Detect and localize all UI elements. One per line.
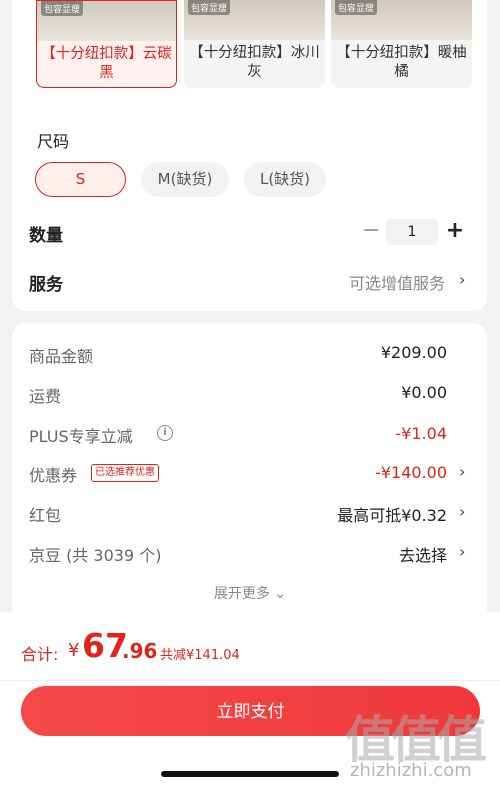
shipping-value: ¥0.00 bbox=[401, 383, 447, 402]
redpacket-value[interactable]: 最高可抵¥0.32 bbox=[337, 502, 447, 526]
coupon-value[interactable]: -¥140.00 bbox=[375, 463, 447, 482]
size-option-l[interactable]: L(缺货) bbox=[244, 162, 326, 197]
chevron-right-icon[interactable]: › bbox=[459, 462, 465, 481]
service-label: 服务 bbox=[29, 275, 63, 295]
size-option-s[interactable]: S bbox=[35, 162, 126, 197]
size-title: 尺码 bbox=[37, 132, 70, 151]
variant-list: 包容显瘦 【十分纽扣款】云碳黑 包容显瘦 【十分纽扣款】冰川灰 包容显瘦 【十分… bbox=[24, 0, 476, 90]
plus-discount-value: -¥1.04 bbox=[395, 424, 447, 443]
quantity-increment-button[interactable]: + bbox=[445, 220, 465, 244]
service-value[interactable]: 可选增值服务 bbox=[349, 270, 445, 294]
variant-name: 【十分纽扣款】冰川灰 bbox=[189, 45, 320, 80]
variant-tag: 包容显瘦 bbox=[41, 1, 84, 16]
jingdou-label: 京豆 (共 3039 个) bbox=[29, 546, 162, 565]
redpacket-label: 红包 bbox=[29, 506, 62, 525]
home-indicator[interactable] bbox=[161, 771, 339, 777]
variant-option-black[interactable]: 包容显瘦 【十分纽扣款】云碳黑 bbox=[36, 0, 177, 88]
jingdou-value[interactable]: 去选择 bbox=[399, 542, 447, 566]
variant-tag: 包容显瘦 bbox=[335, 0, 378, 15]
shipping-label: 运费 bbox=[29, 387, 62, 406]
variant-option-grey[interactable]: 包容显瘦 【十分纽扣款】冰川灰 bbox=[184, 0, 325, 88]
goods-amount-label: 商品金额 bbox=[29, 347, 94, 366]
total-amount-decimal: .96 bbox=[122, 639, 158, 663]
expand-more-link[interactable]: 展开更多 ⌄ bbox=[0, 583, 500, 603]
variant-option-orange[interactable]: 包容显瘦 【十分纽扣款】暖柚橘 bbox=[331, 0, 472, 88]
info-icon[interactable]: i bbox=[157, 425, 173, 441]
variant-tag: 包容显瘦 bbox=[188, 0, 231, 15]
variant-name: 【十分纽扣款】云碳黑 bbox=[41, 46, 172, 81]
quantity-input[interactable]: 1 bbox=[386, 219, 438, 245]
divider bbox=[0, 680, 500, 681]
goods-amount-value: ¥209.00 bbox=[380, 343, 447, 362]
quantity-label: 数量 bbox=[29, 226, 63, 246]
total-label: 合计: bbox=[21, 645, 59, 664]
chevron-right-icon[interactable]: › bbox=[459, 502, 465, 521]
watermark-url: zhizhizhi.com bbox=[350, 760, 472, 781]
quantity-decrement-button[interactable]: − bbox=[362, 220, 380, 244]
total-saved: 共减¥141.04 bbox=[160, 648, 240, 663]
size-option-m[interactable]: M(缺货) bbox=[141, 162, 229, 197]
chevron-right-icon[interactable]: › bbox=[459, 542, 465, 561]
plus-discount-label: PLUS专享立减 bbox=[29, 427, 133, 446]
chevron-right-icon[interactable]: › bbox=[459, 270, 465, 289]
total-currency: ¥ bbox=[68, 640, 80, 661]
variant-name: 【十分纽扣款】暖柚橘 bbox=[336, 45, 467, 80]
coupon-label: 优惠券 bbox=[29, 466, 78, 485]
coupon-recommended-badge: 已选推荐优惠 bbox=[91, 464, 159, 482]
